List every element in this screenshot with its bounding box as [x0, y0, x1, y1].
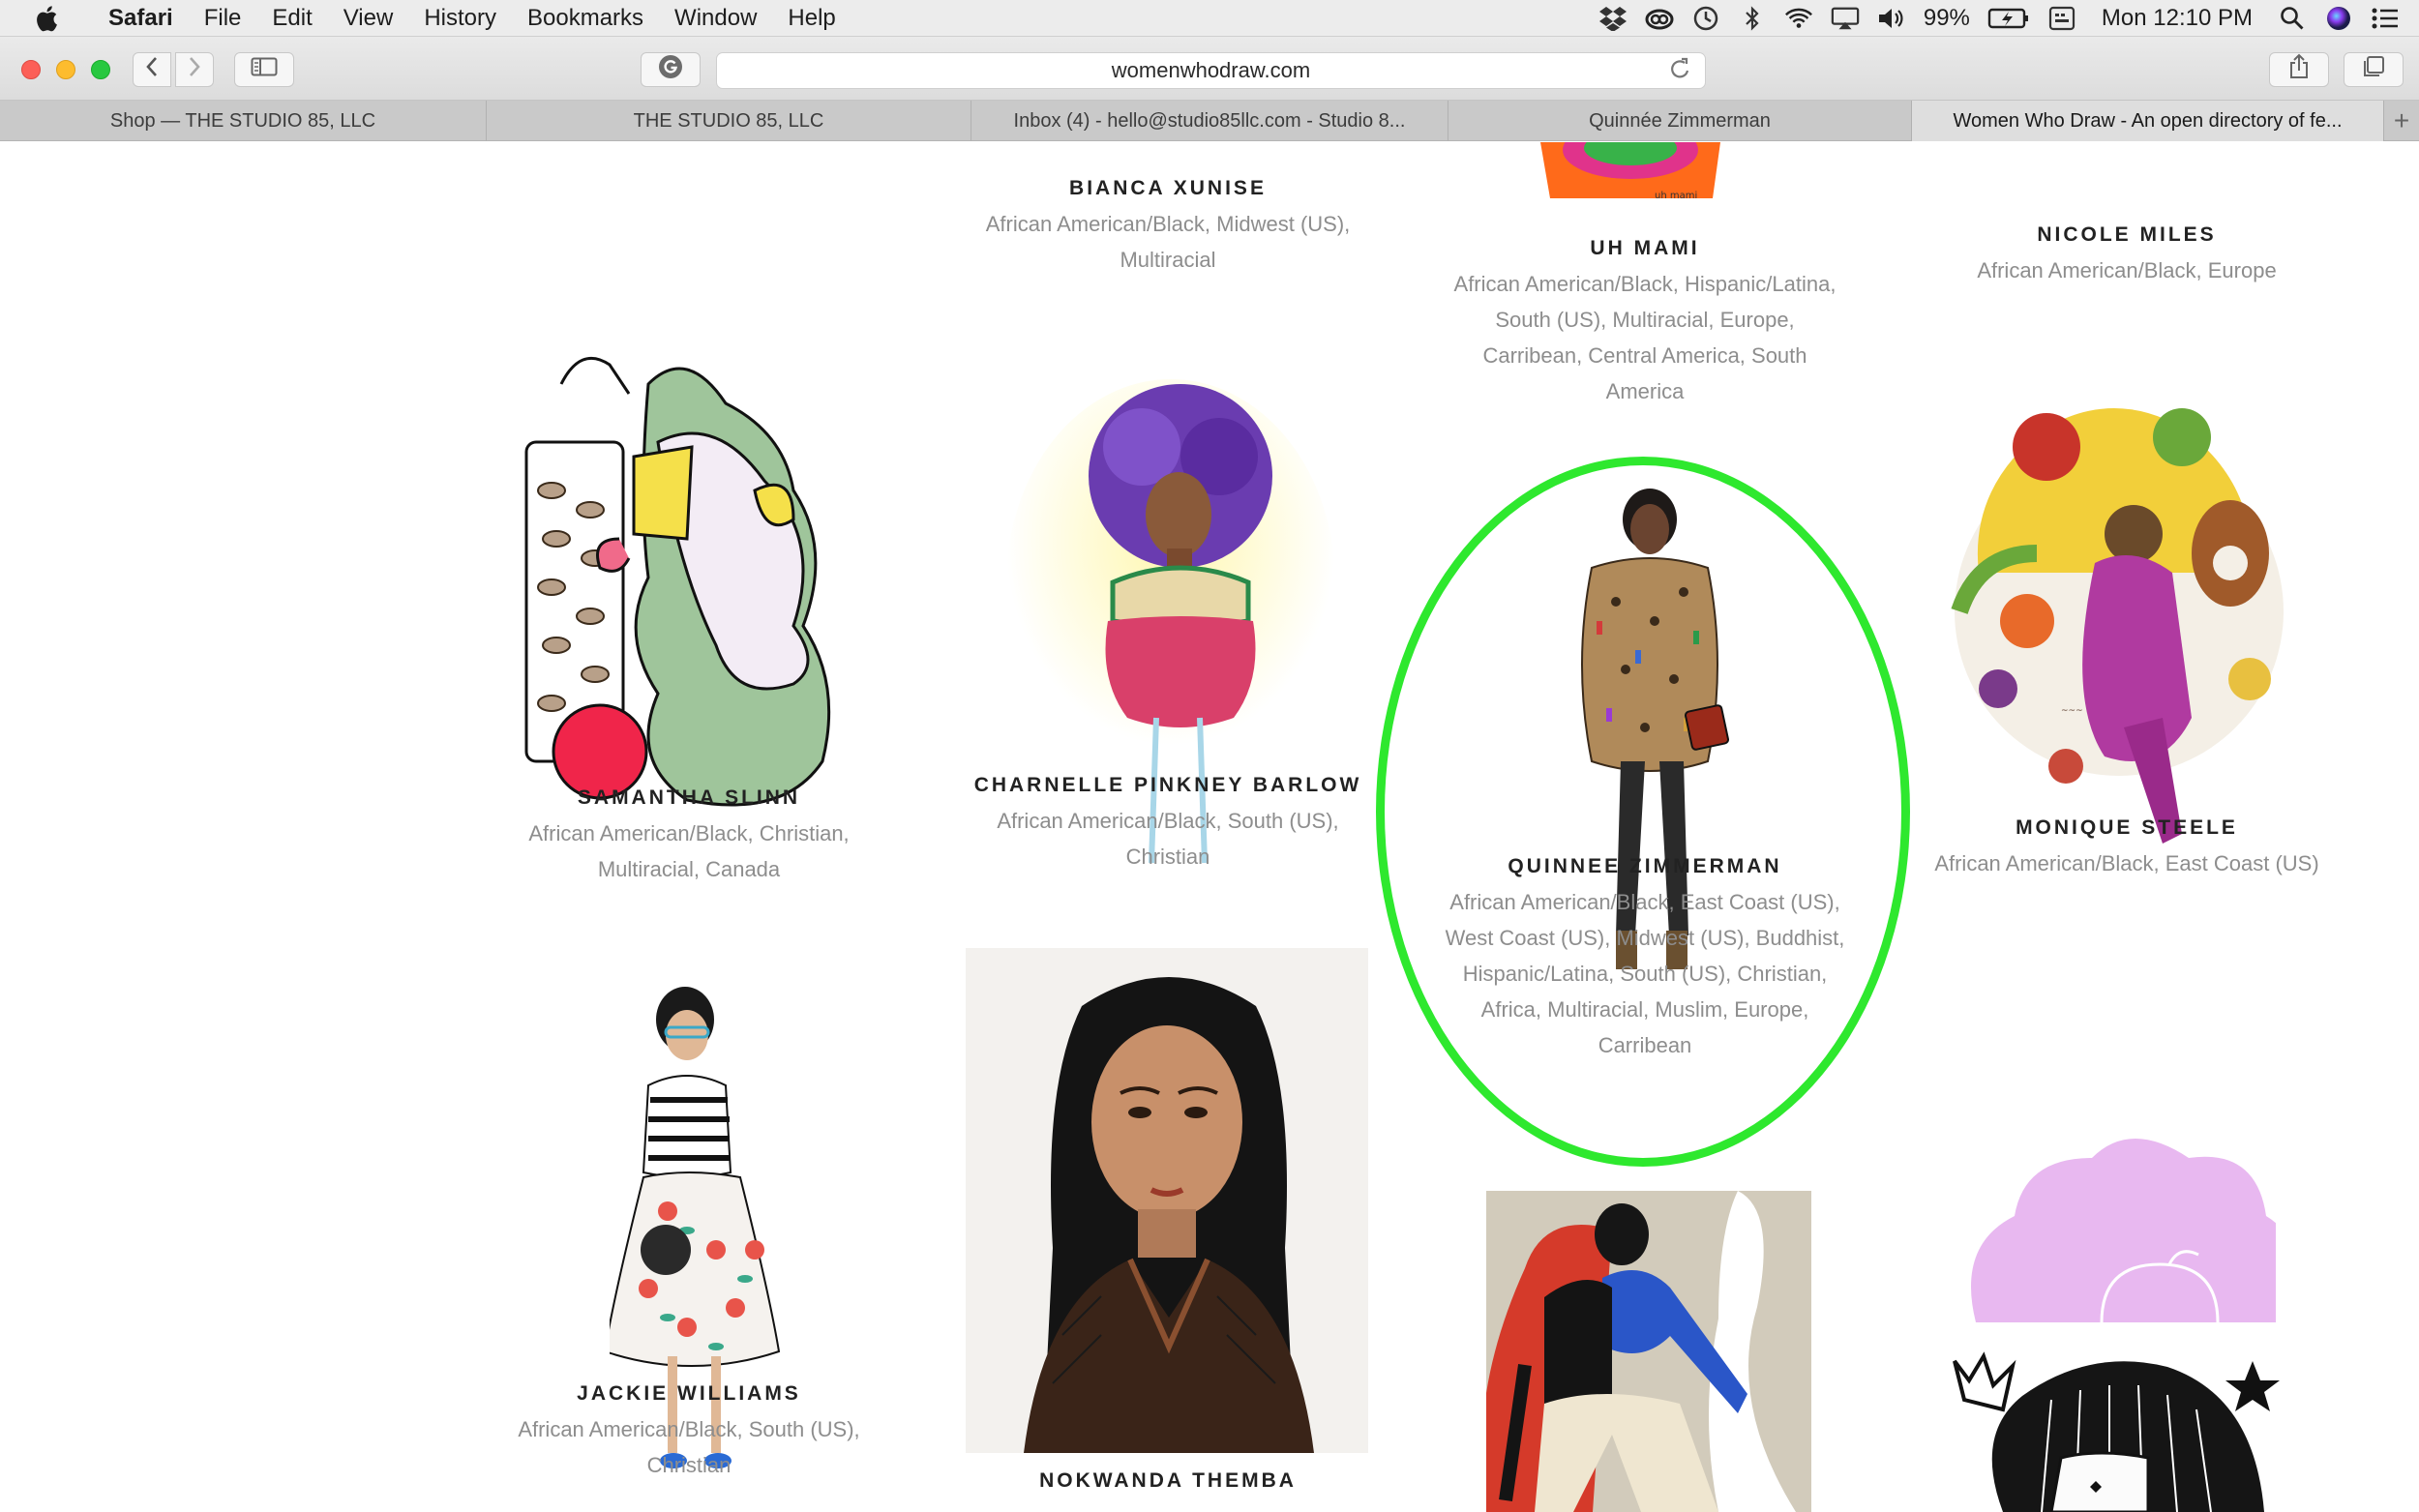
tab-shop-studio85[interactable]: Shop — THE STUDIO 85, LLC: [0, 101, 487, 141]
artwork-samantha-slinn[interactable]: [523, 249, 861, 839]
volume-icon[interactable]: [1877, 4, 1906, 33]
minimize-window-button[interactable]: [56, 60, 75, 79]
new-tab-button[interactable]: +: [2384, 101, 2419, 140]
creative-cloud-icon[interactable]: [1645, 4, 1674, 33]
menu-help[interactable]: Help: [772, 5, 851, 32]
tabs-overview-icon: [2362, 55, 2385, 84]
apple-menu-icon[interactable]: [0, 5, 93, 32]
artwork-figure-blue-top[interactable]: [1481, 1191, 1811, 1512]
wifi-icon[interactable]: [1784, 4, 1813, 33]
forward-button[interactable]: [175, 52, 214, 87]
share-button[interactable]: [2269, 52, 2329, 87]
menu-file[interactable]: File: [189, 5, 257, 32]
menu-safari[interactable]: Safari: [93, 5, 189, 32]
artist-tags-jackie-williams: African American/Black, South (US), Chri…: [518, 1417, 860, 1477]
menu-bookmarks[interactable]: Bookmarks: [512, 5, 659, 32]
tab-bar: Shop — THE STUDIO 85, LLC THE STUDIO 85,…: [0, 101, 2419, 141]
keyboard-viewer-icon[interactable]: [2047, 4, 2076, 33]
airplay-icon[interactable]: [1831, 4, 1860, 33]
share-icon: [2288, 53, 2310, 86]
artwork-uh-mami[interactable]: uh mami: [1538, 142, 1722, 202]
notification-center-icon[interactable]: [2371, 4, 2400, 33]
time-machine-icon[interactable]: [1691, 4, 1720, 33]
tab-studio85[interactable]: THE STUDIO 85, LLC: [487, 101, 971, 141]
artist-name-charnelle-pinkney-barlow[interactable]: CHARNELLE PINKNEY BARLOW: [926, 774, 1410, 797]
artist-tags-bianca-xunise: African American/Black, Midwest (US), Mu…: [985, 212, 1351, 272]
tab-quinnee-zimmerman[interactable]: Quinnée Zimmerman: [1448, 101, 1912, 141]
back-button[interactable]: [133, 52, 171, 87]
artist-tags-samantha-slinn: African American/Black, Christian, Multi…: [528, 821, 850, 881]
artist-tags-monique-steele: African American/Black, East Coast (US): [1934, 851, 2319, 875]
siri-icon[interactable]: [2324, 4, 2353, 33]
menu-view[interactable]: View: [328, 5, 409, 32]
artwork-lavender-hair[interactable]: [1966, 1139, 2293, 1323]
artist-name-jackie-williams[interactable]: JACKIE WILLIAMS: [495, 1382, 882, 1406]
artist-tags-charnelle-pinkney-barlow: African American/Black, South (US), Chri…: [997, 809, 1339, 869]
chevron-left-icon: [145, 56, 159, 83]
web-page: BIANCA XUNISE African American/Black, Mi…: [0, 142, 2419, 1512]
tab-inbox[interactable]: Inbox (4) - hello@studio85llc.com - Stud…: [971, 101, 1448, 141]
artist-name-nicole-miles[interactable]: NICOLE MILES: [1933, 223, 2320, 247]
grammarly-icon: [658, 54, 683, 85]
artist-name-monique-steele[interactable]: MONIQUE STEELE: [1933, 816, 2320, 840]
dropbox-icon[interactable]: [1598, 4, 1628, 33]
close-window-button[interactable]: [21, 60, 41, 79]
menu-window[interactable]: Window: [659, 5, 772, 32]
artist-name-bianca-xunise[interactable]: BIANCA XUNISE: [974, 177, 1361, 200]
spotlight-search-icon[interactable]: [2278, 4, 2307, 33]
plus-icon: +: [2393, 104, 2410, 135]
menu-edit[interactable]: Edit: [256, 5, 327, 32]
green-highlight-circle: [1376, 457, 1910, 1167]
bluetooth-icon[interactable]: [1738, 4, 1767, 33]
tab-women-who-draw[interactable]: Women Who Draw - An open directory of fe…: [1912, 101, 2384, 141]
artist-tags-nicole-miles: African American/Black, Europe: [1977, 258, 2277, 282]
chevron-right-icon: [188, 56, 201, 83]
artwork-nokwanda-themba[interactable]: [966, 948, 1368, 1453]
artist-name-nokwanda-themba[interactable]: NOKWANDA THEMBA: [974, 1469, 1361, 1493]
battery-percentage[interactable]: 99%: [1924, 5, 1970, 32]
artist-name-samantha-slinn[interactable]: SAMANTHA SLINN: [495, 786, 882, 810]
menu-bar: Safari File Edit View History Bookmarks …: [0, 0, 2419, 37]
artist-tags-uh-mami: African American/Black, Hispanic/Latina,…: [1453, 272, 1837, 403]
sidebar-icon: [251, 57, 278, 82]
svg-text:~~~: ~~~: [2061, 706, 2083, 716]
address-bar[interactable]: womenwhodraw.com: [716, 52, 1706, 89]
browser-toolbar: womenwhodraw.com: [0, 37, 2419, 101]
sidebar-toggle-button[interactable]: [234, 52, 294, 87]
status-area: 99% Mon 12:10 PM: [1598, 0, 2400, 37]
clock[interactable]: Mon 12:10 PM: [2094, 5, 2260, 32]
battery-icon[interactable]: [1987, 4, 2030, 33]
menu-history[interactable]: History: [408, 5, 512, 32]
show-all-tabs-button[interactable]: [2344, 52, 2404, 87]
url-text: womenwhodraw.com: [1111, 58, 1311, 82]
svg-text:uh mami: uh mami: [1655, 191, 1697, 201]
artwork-ink-bob-haircut[interactable]: [1945, 1342, 2303, 1512]
reload-icon[interactable]: [1668, 57, 1691, 89]
zoom-window-button[interactable]: [91, 60, 110, 79]
artist-name-uh-mami[interactable]: UH MAMI: [1451, 237, 1838, 260]
grammarly-extension-button[interactable]: [641, 52, 701, 87]
